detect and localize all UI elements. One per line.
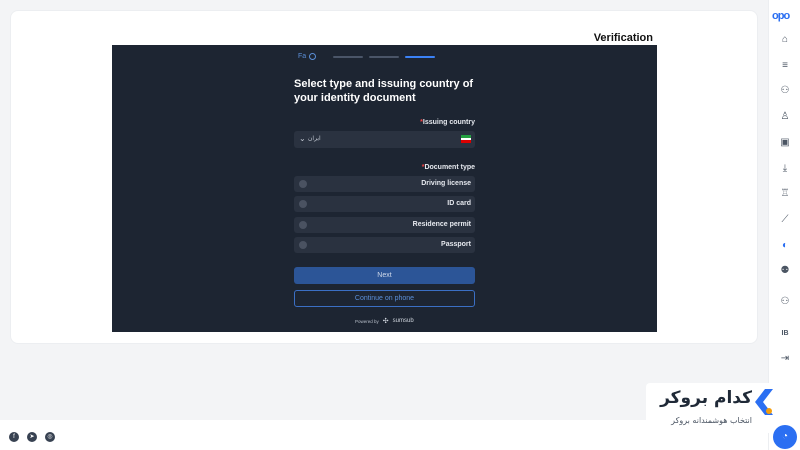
page-title: Verification	[593, 32, 653, 44]
wallet-icon[interactable]: ▣	[778, 136, 792, 150]
ib-icon[interactable]: IB	[778, 327, 792, 341]
language-switcher[interactable]: Fa	[298, 53, 317, 60]
progress-step	[333, 56, 363, 58]
facebook-icon[interactable]: f	[9, 432, 19, 442]
users-icon[interactable]: ⚇	[778, 84, 792, 98]
sumsub-logo-icon: ✣	[382, 318, 389, 325]
frame-topbar: Fa	[298, 52, 478, 64]
next-button[interactable]: Next	[294, 267, 475, 284]
option-label: Passport	[441, 241, 471, 248]
progress-step	[369, 56, 399, 58]
document-type-label: *Document type	[421, 164, 475, 171]
option-residence-permit[interactable]: Residence permit	[294, 217, 475, 233]
radio-button[interactable]	[299, 180, 307, 188]
option-label: Residence permit	[412, 221, 471, 228]
main-card: Verification Fa Select type and issuing …	[10, 10, 758, 344]
team-icon[interactable]: ⚇	[778, 295, 792, 309]
powered-by: Powered by ✣ sumsub	[355, 317, 414, 325]
download-icon[interactable]: ⤓	[778, 162, 792, 176]
radio-button[interactable]	[299, 241, 307, 249]
watermark-logo: کدام بروکر انتخاب هوشمندانه بروکر	[646, 383, 776, 433]
user-icon[interactable]: ♙	[778, 110, 792, 124]
document-heading: Select type and issuing country of your …	[294, 78, 474, 104]
chevron-left-icon	[755, 389, 773, 415]
chat-icon[interactable]: ◔	[773, 425, 797, 449]
app-logo[interactable]: opo	[772, 10, 790, 22]
powered-by-label: Powered by	[355, 318, 379, 324]
option-label: ID card	[447, 200, 471, 207]
radio-button[interactable]	[299, 200, 307, 208]
logout-icon[interactable]: ⇥	[778, 352, 792, 366]
chart-icon[interactable]: ⟋	[778, 213, 792, 227]
issuing-country-value: ایران	[308, 136, 321, 142]
instagram-icon[interactable]: ◎	[45, 432, 55, 442]
option-driving-license[interactable]: Driving license	[294, 176, 475, 192]
telegram-icon[interactable]: ➤	[27, 432, 37, 442]
partners-icon[interactable]: ⚉	[778, 264, 792, 278]
chevron-down-icon: ⌄	[299, 134, 306, 143]
home-icon[interactable]: ⌂	[778, 33, 792, 47]
watermark-title: کدام بروکر	[660, 388, 752, 408]
issuing-country-select[interactable]: ⌄ ایران	[294, 131, 475, 148]
iran-flag-icon	[461, 135, 471, 143]
filter-icon[interactable]: ≡	[778, 59, 792, 73]
language-label: Fa	[298, 53, 307, 60]
trophy-icon[interactable]: ♖	[778, 187, 792, 201]
progress-steps	[333, 56, 435, 58]
sumsub-verification-frame: Fa Select type and issuing country of yo…	[112, 45, 657, 332]
continue-on-phone-button[interactable]: Continue on phone	[294, 290, 475, 307]
globe-icon	[309, 53, 317, 60]
watermark-subtitle: انتخاب هوشمندانه بروکر	[671, 416, 752, 425]
option-label: Driving license	[421, 180, 471, 187]
option-passport[interactable]: Passport	[294, 237, 475, 253]
option-id-card[interactable]: ID card	[294, 196, 475, 212]
brand-icon[interactable]: ◐	[778, 239, 792, 253]
radio-button[interactable]	[299, 221, 307, 229]
progress-step-active	[405, 56, 435, 58]
sumsub-brand: sumsub	[392, 318, 414, 324]
issuing-country-label: *Issuing country	[420, 119, 475, 126]
